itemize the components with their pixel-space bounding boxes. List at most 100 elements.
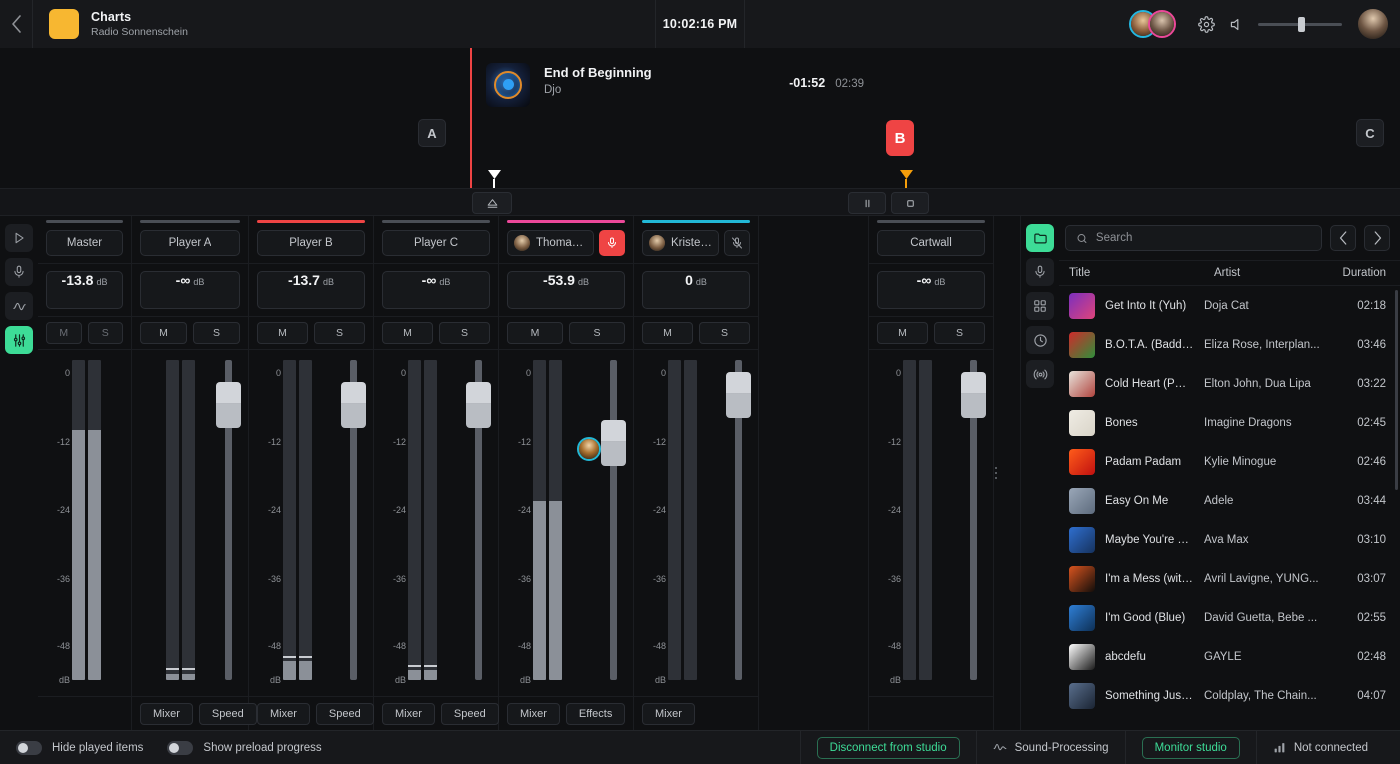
gear-icon[interactable] (1190, 8, 1222, 40)
mute-button[interactable]: M (382, 322, 433, 344)
channel-name-button[interactable]: Cartwall (877, 230, 985, 256)
search-input[interactable] (1095, 232, 1311, 244)
mute-button[interactable]: M (257, 322, 308, 344)
slot-badge-b[interactable]: B (886, 120, 914, 156)
mixer-faders-icon[interactable] (5, 326, 33, 354)
show-preload-toggle[interactable]: Show preload progress (167, 740, 322, 755)
channel-tab-speed[interactable]: Speed (315, 702, 374, 725)
library-track-row[interactable]: Bones Imagine Dragons 02:45 (1059, 403, 1400, 442)
folder-icon[interactable] (1026, 224, 1054, 252)
fader-assigned-avatar[interactable] (577, 437, 601, 462)
channel-fader[interactable] (216, 360, 241, 680)
library-track-row[interactable]: Easy On Me Adele 03:44 (1059, 481, 1400, 520)
grid-icon[interactable] (1026, 292, 1054, 320)
solo-button[interactable]: S (314, 322, 365, 344)
gain-display[interactable]: -∞ dB (382, 271, 490, 309)
library-track-row[interactable]: Maybe You're The Pr... Ava Max 03:10 (1059, 520, 1400, 559)
gain-display[interactable]: -∞ dB (140, 271, 240, 309)
solo-button[interactable]: S (87, 322, 123, 344)
play-icon[interactable] (5, 224, 33, 252)
sound-processing-cell[interactable]: Sound-Processing (975, 730, 1125, 764)
library-track-row[interactable]: I'm Good (Blue) David Guetta, Bebe ... 02:… (1059, 598, 1400, 637)
microphone-icon[interactable] (1026, 258, 1054, 286)
gain-display[interactable]: 0 dB (642, 271, 750, 309)
current-show[interactable]: Charts Radio Sonnenschein (33, 0, 204, 48)
slot-badge-c[interactable]: C (1356, 119, 1384, 147)
prev-page-button[interactable] (1330, 225, 1356, 251)
mute-button[interactable]: M (140, 322, 187, 344)
fader-handle[interactable] (961, 372, 986, 418)
fader-handle[interactable] (466, 381, 491, 428)
library-track-row[interactable]: Get Into It (Yuh) Doja Cat 02:18 (1059, 286, 1400, 325)
channel-name-button[interactable]: Kristen ... (642, 230, 719, 256)
monitor-studio-button[interactable]: Monitor studio (1141, 736, 1240, 759)
column-header-title[interactable]: Title (1069, 267, 1214, 279)
solo-button[interactable]: S (699, 322, 750, 344)
broadcast-icon[interactable] (1026, 360, 1054, 388)
presence-avatars[interactable] (1129, 10, 1176, 38)
gain-display[interactable]: -53.9 dB (507, 271, 625, 309)
channel-tab-speed[interactable]: Speed (440, 702, 499, 725)
channel-tab-mixer[interactable]: Mixer (507, 702, 560, 725)
channel-tab-mixer[interactable]: Mixer (382, 702, 435, 725)
solo-button[interactable]: S (934, 322, 985, 344)
library-track-row[interactable]: Padam Padam Kylie Minogue 02:46 (1059, 442, 1400, 481)
channel-name-button[interactable]: Player C (382, 230, 490, 256)
channel-tab-mixer[interactable]: Mixer (140, 702, 193, 725)
avatar[interactable] (1148, 10, 1176, 38)
mute-button[interactable]: M (877, 322, 928, 344)
gain-display[interactable]: -13.7 dB (257, 271, 365, 309)
microphone-muted-button[interactable] (724, 230, 750, 256)
channel-name-button[interactable]: Player B (257, 230, 365, 256)
back-button[interactable] (0, 0, 32, 48)
volume-slider[interactable] (1258, 12, 1342, 36)
scrollbar[interactable] (1395, 290, 1398, 490)
solo-button[interactable]: S (569, 322, 625, 344)
library-track-row[interactable]: Cold Heart (PNAU R... Elton John, Dua Lip… (1059, 364, 1400, 403)
library-track-row[interactable]: B.O.T.A. (Baddest Of... Eliza Rose, Inter… (1059, 325, 1400, 364)
column-header-duration[interactable]: Duration (1334, 267, 1386, 279)
channel-tab-mixer[interactable]: Mixer (257, 702, 310, 725)
microphone-on-button[interactable] (599, 230, 625, 256)
pause-icon[interactable] (848, 192, 886, 214)
eject-icon[interactable] (472, 192, 512, 214)
fader-handle[interactable] (341, 381, 366, 428)
clock-icon[interactable] (1026, 326, 1054, 354)
toggle-switch[interactable] (16, 740, 42, 755)
microphone-icon[interactable] (5, 258, 33, 286)
user-avatar[interactable] (1358, 9, 1388, 39)
channel-fader[interactable] (726, 360, 751, 680)
disconnect-from-studio-button[interactable]: Disconnect from studio (816, 736, 960, 759)
channel-name-button[interactable]: Master (46, 230, 123, 256)
channel-fader[interactable] (601, 360, 626, 680)
mute-button[interactable]: M (507, 322, 563, 344)
channel-tab-mixer[interactable]: Mixer (642, 702, 695, 725)
next-page-button[interactable] (1364, 225, 1390, 251)
slot-badge-a[interactable]: A (418, 119, 446, 147)
toggle-switch[interactable] (167, 740, 194, 755)
library-track-row[interactable]: I'm a Mess (with YU... Avril Lavigne, YUN… (1059, 559, 1400, 598)
fader-handle[interactable] (601, 420, 626, 466)
mute-button[interactable]: M (642, 322, 693, 344)
mute-button[interactable]: M (46, 322, 82, 344)
gain-display[interactable]: -∞ dB (877, 271, 985, 309)
solo-button[interactable]: S (193, 322, 240, 344)
channel-fader[interactable] (466, 360, 491, 680)
channel-fader[interactable] (961, 360, 986, 680)
hide-played-toggle[interactable]: Hide played items (16, 740, 143, 755)
waveform-icon[interactable] (5, 292, 33, 320)
stop-icon[interactable] (891, 192, 929, 214)
gain-display[interactable]: -13.8 dB (46, 271, 123, 309)
channel-tab-effects[interactable]: Effects (565, 702, 626, 725)
channel-name-button[interactable]: Thomas ... (507, 230, 594, 256)
library-track-list[interactable]: Get Into It (Yuh) Doja Cat 02:18 B.O.T.A. (… (1059, 286, 1400, 730)
search-box[interactable] (1065, 225, 1322, 251)
volume-icon[interactable] (1222, 8, 1254, 40)
channel-fader[interactable] (341, 360, 366, 680)
fader-handle[interactable] (726, 372, 751, 418)
library-track-row[interactable]: abcdefu GAYLE 02:48 (1059, 637, 1400, 676)
fader-handle[interactable] (216, 381, 241, 428)
library-track-row[interactable]: Something Just Like ... Coldplay, The Cha… (1059, 676, 1400, 715)
column-header-artist[interactable]: Artist (1214, 267, 1334, 279)
panel-resize-handle[interactable] (995, 467, 997, 479)
